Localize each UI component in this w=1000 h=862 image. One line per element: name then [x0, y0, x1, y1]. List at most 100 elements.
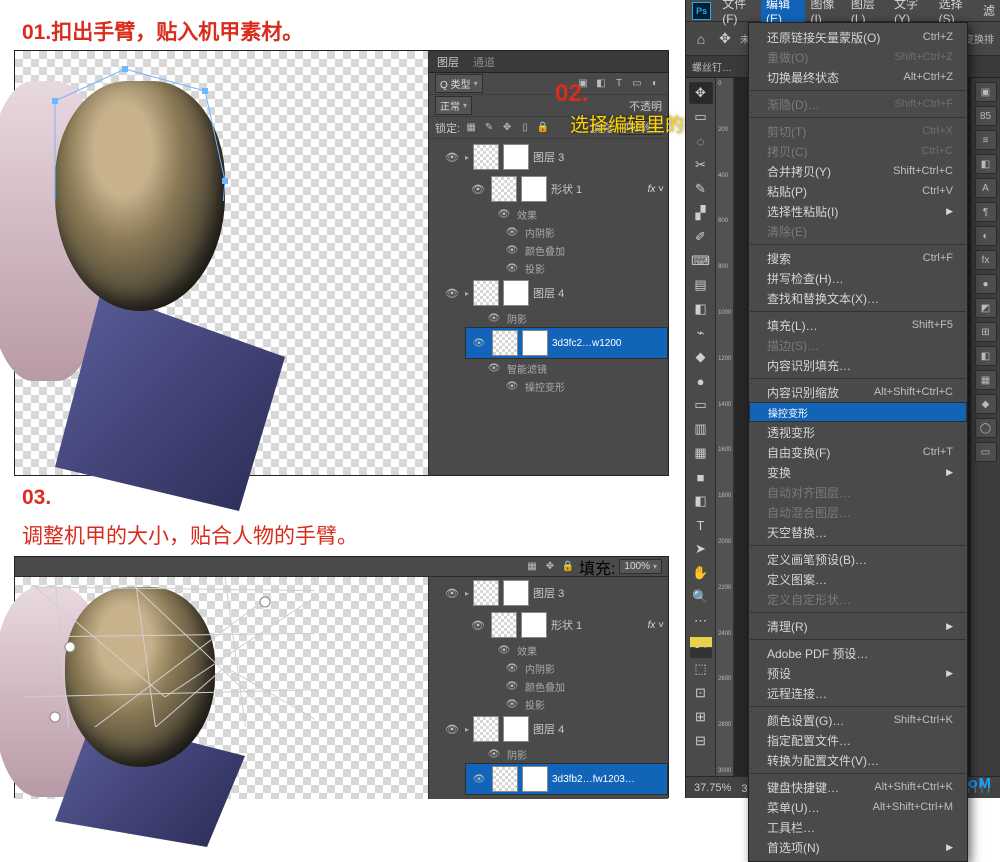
visibility-icon[interactable]: 👁: [470, 338, 488, 349]
layer-mask[interactable]: [522, 766, 548, 792]
layer-thumb[interactable]: [473, 716, 499, 742]
blend-mode[interactable]: 正常▾: [435, 96, 472, 115]
layer-effect[interactable]: 👁投影: [503, 259, 668, 277]
filter-icon[interactable]: T: [612, 77, 626, 91]
menu-item[interactable]: 合并拷贝(Y)Shift+Ctrl+C: [749, 161, 967, 181]
layer-effect[interactable]: 👁效果: [495, 641, 668, 659]
layer-row[interactable]: 👁3d3fb2…fw1203…: [465, 763, 668, 795]
menu-item[interactable]: 菜单(U)…Alt+Shift+Ctrl+M: [749, 797, 967, 817]
tool-button[interactable]: ▞: [689, 202, 713, 224]
layer-row[interactable]: 👁▸图层 3: [439, 141, 668, 173]
menu-item[interactable]: 粘贴(P)Ctrl+V: [749, 181, 967, 201]
menubar[interactable]: Ps 文件(F) 编辑(E) 图像(I) 图层(L) 文字(Y) 选择(S) 滤: [686, 0, 1000, 22]
tool-button[interactable]: ⋯: [689, 610, 713, 632]
layer-mask[interactable]: [521, 612, 547, 638]
layer-effect[interactable]: 👁⊘智能滤镜: [485, 795, 668, 799]
filter-icon[interactable]: ▭: [630, 77, 644, 91]
menu-item[interactable]: 清理(R)▶: [749, 616, 967, 636]
tool-button[interactable]: ◆: [689, 346, 713, 368]
menu-item[interactable]: 颜色设置(G)…Shift+Ctrl+K: [749, 710, 967, 730]
tool-button[interactable]: ●: [689, 370, 713, 392]
layer-mask[interactable]: [521, 176, 547, 202]
layer-effect[interactable]: 👁智能滤镜: [485, 359, 668, 377]
swatches[interactable]: [690, 637, 712, 658]
lock-icon[interactable]: ✥: [500, 121, 514, 135]
panel-button[interactable]: A: [975, 178, 997, 198]
lock-icon[interactable]: 🔒: [561, 560, 575, 574]
layer-mask[interactable]: [503, 280, 529, 306]
menu-item[interactable]: 天空替换…: [749, 522, 967, 542]
tool-button[interactable]: ■: [689, 466, 713, 488]
menu-item[interactable]: 定义图案…: [749, 569, 967, 589]
visibility-icon[interactable]: 👁: [470, 774, 488, 785]
visibility-icon[interactable]: 👁: [443, 723, 461, 736]
panel-stack[interactable]: ▣85≡◧A¶◐fx●◩⊞◧▦◆◯▭: [970, 78, 1000, 776]
menu-item[interactable]: 还原链接矢量蒙版(O)Ctrl+Z: [749, 27, 967, 47]
layer-thumb[interactable]: [492, 766, 518, 792]
panel-button[interactable]: ◐: [975, 226, 997, 246]
layer-effect[interactable]: 👁内阴影: [503, 223, 668, 241]
tool-button[interactable]: ◌: [689, 130, 713, 152]
menu-item[interactable]: 指定配置文件…: [749, 730, 967, 750]
tools-column[interactable]: ✥▭◌✂✎▞✐⌨▤◧⌁◆●▭▥▦■◧T➤✋🔍⋯◩⬚⊡⊞⊟: [686, 78, 716, 776]
tool-button[interactable]: ⌨: [689, 250, 713, 272]
tool-button[interactable]: ✎: [689, 178, 713, 200]
layer-effect[interactable]: 👁操控变形: [503, 377, 668, 395]
panel-button[interactable]: ◯: [975, 418, 997, 438]
layer-row[interactable]: 👁形状 1fx ˅: [465, 173, 668, 205]
menu-item[interactable]: 选择性粘贴(I)▶: [749, 201, 967, 221]
layer-effect[interactable]: 👁颜色叠加: [503, 677, 668, 695]
menu-item[interactable]: 操控变形: [749, 402, 967, 422]
move-icon[interactable]: ✥: [716, 30, 734, 48]
panel-button[interactable]: ◧: [975, 346, 997, 366]
tool-button[interactable]: ▤: [689, 274, 713, 296]
tool-button[interactable]: ➤: [689, 538, 713, 560]
layer-effect[interactable]: 👁阴影: [485, 745, 668, 763]
visibility-icon[interactable]: 👁: [469, 183, 487, 196]
menu-item[interactable]: 预设▶: [749, 663, 967, 683]
lock-icon[interactable]: ✎: [482, 121, 496, 135]
menu-item[interactable]: 远程连接…: [749, 683, 967, 703]
menu-item[interactable]: 定义画笔预设(B)…: [749, 549, 967, 569]
menu-item[interactable]: 转换为配置文件(V)…: [749, 750, 967, 770]
canvas-1[interactable]: [15, 51, 430, 475]
menu-item[interactable]: 自由变换(F)Ctrl+T: [749, 442, 967, 462]
tool-button[interactable]: ▥: [689, 418, 713, 440]
zoom-level[interactable]: 37.75%: [694, 782, 731, 794]
menu-filter[interactable]: 滤: [978, 0, 1000, 21]
layer-thumb[interactable]: [492, 330, 518, 356]
menu-item[interactable]: 查找和替换文本(X)…: [749, 288, 967, 308]
filter-icon[interactable]: ◧: [594, 77, 608, 91]
layer-row[interactable]: 👁▸图层 3: [439, 577, 668, 609]
home-icon[interactable]: ⌂: [692, 30, 710, 48]
layer-effect[interactable]: 👁效果: [495, 205, 668, 223]
menu-item[interactable]: 切换最终状态Alt+Ctrl+Z: [749, 67, 967, 87]
layer-effect[interactable]: 👁投影: [503, 695, 668, 713]
layer-row[interactable]: 👁▸图层 4: [439, 277, 668, 309]
layer-row[interactable]: 👁▸图层 4: [439, 713, 668, 745]
tool-button[interactable]: ⊞: [689, 706, 713, 728]
menu-item[interactable]: 透视变形: [749, 422, 967, 442]
panel-button[interactable]: ▭: [975, 442, 997, 462]
swatch[interactable]: [690, 637, 712, 647]
panel-button[interactable]: ≡: [975, 130, 997, 150]
visibility-icon[interactable]: 👁: [443, 287, 461, 300]
doc-tab[interactable]: 螺丝钉…: [692, 59, 732, 74]
lock-icon[interactable]: ✥: [543, 560, 557, 574]
tool-button[interactable]: 🔍: [689, 586, 713, 608]
panel-button[interactable]: ◩: [975, 298, 997, 318]
tool-button[interactable]: ⬚: [689, 658, 713, 680]
canvas-2[interactable]: [15, 577, 430, 799]
lock-icon[interactable]: ▯: [518, 121, 532, 135]
tool-button[interactable]: ⊡: [689, 682, 713, 704]
menu-item[interactable]: 变换▶: [749, 462, 967, 482]
layer-thumb[interactable]: [473, 580, 499, 606]
panel-button[interactable]: ◆: [975, 394, 997, 414]
panel-button[interactable]: ▣: [975, 82, 997, 102]
panel-button[interactable]: ▦: [975, 370, 997, 390]
panel-tabs[interactable]: 图层通道: [429, 51, 668, 73]
layer-effect[interactable]: 👁内阴影: [503, 659, 668, 677]
menu-item[interactable]: 填充(L)…Shift+F5: [749, 315, 967, 335]
menu-item[interactable]: 内容识别填充…: [749, 355, 967, 375]
layer-row[interactable]: 👁3d3fc2…w1200: [465, 327, 668, 359]
